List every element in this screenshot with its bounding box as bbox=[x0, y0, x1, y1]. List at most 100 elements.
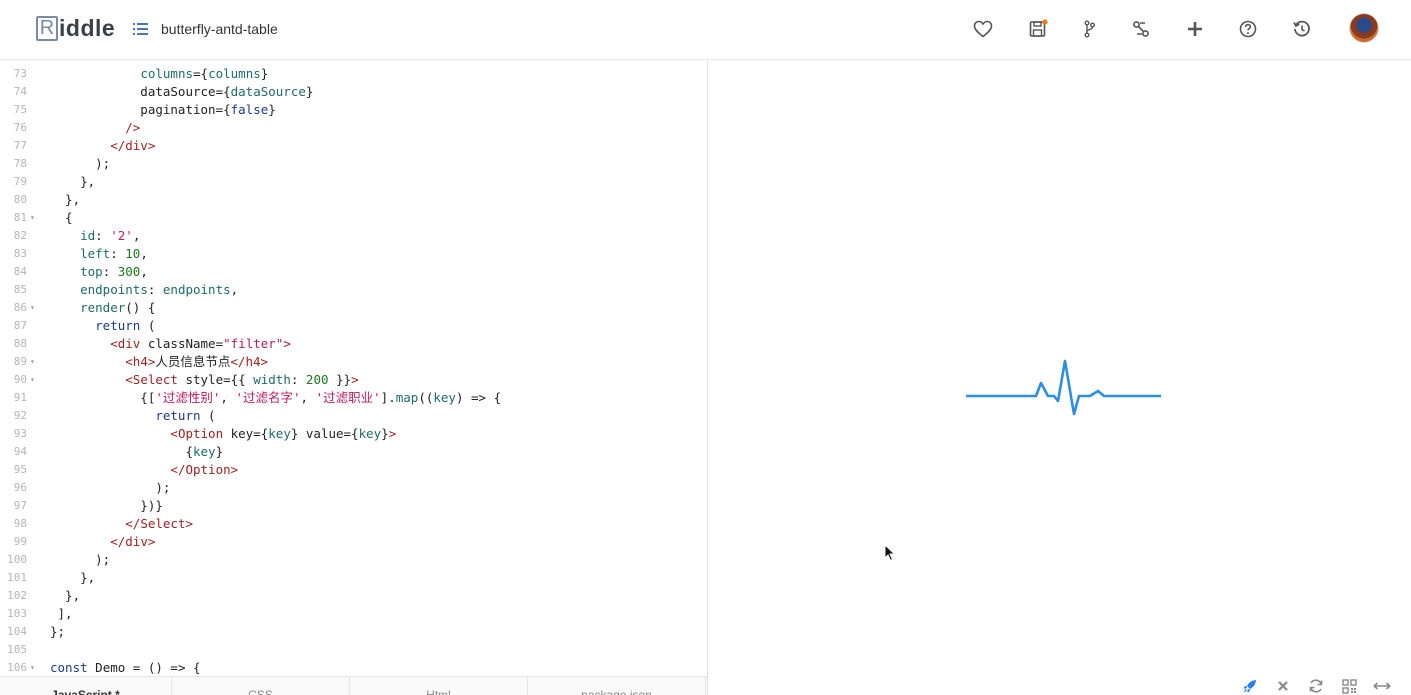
code-line[interactable]: 90▾ <Select style={{ width: 200 }}> bbox=[0, 371, 707, 389]
code-text: </Option> bbox=[50, 461, 238, 479]
code-line[interactable]: 74 dataSource={dataSource} bbox=[0, 83, 707, 101]
share-link-icon[interactable] bbox=[1126, 14, 1156, 44]
qrcode-icon[interactable] bbox=[1339, 678, 1359, 694]
code-text: }, bbox=[50, 173, 95, 191]
refresh-icon[interactable] bbox=[1306, 678, 1326, 694]
fold-arrow-icon[interactable]: ▾ bbox=[30, 371, 35, 389]
preview-pane bbox=[708, 61, 1411, 676]
save-icon[interactable] bbox=[1023, 14, 1053, 44]
code-line[interactable]: 78 ); bbox=[0, 155, 707, 173]
logo[interactable]: R iddle bbox=[36, 14, 115, 42]
line-number: 81 bbox=[0, 209, 27, 227]
list-icon[interactable] bbox=[133, 22, 149, 36]
code-line[interactable]: 97 })} bbox=[0, 497, 707, 515]
fork-icon[interactable] bbox=[1074, 14, 1104, 44]
code-line[interactable]: 77 </div> bbox=[0, 137, 707, 155]
code-line[interactable]: 86▾ render() { bbox=[0, 299, 707, 317]
line-number: 94 bbox=[0, 443, 27, 461]
line-number: 93 bbox=[0, 425, 27, 443]
code-line[interactable]: 82 id: '2', bbox=[0, 227, 707, 245]
code-line[interactable]: 83 left: 10, bbox=[0, 245, 707, 263]
code-text: /> bbox=[50, 119, 140, 137]
tab-css[interactable]: CSS bbox=[172, 677, 350, 695]
line-number: 105 bbox=[0, 641, 27, 659]
code-line[interactable]: 99 </div> bbox=[0, 533, 707, 551]
code-line[interactable]: 96 ); bbox=[0, 479, 707, 497]
expand-icon[interactable] bbox=[1372, 678, 1392, 694]
line-number: 102 bbox=[0, 587, 27, 605]
code-text: <h4>人员信息节点</h4> bbox=[50, 353, 268, 371]
run-rocket-icon[interactable] bbox=[1240, 678, 1260, 694]
tab-javascript[interactable]: JavaScript * bbox=[0, 677, 172, 695]
tab-package-json[interactable]: package.json bbox=[528, 677, 706, 695]
code-line[interactable]: 106▾const Demo = () => { bbox=[0, 659, 707, 676]
code-editor[interactable]: 73 columns={columns}74 dataSource={dataS… bbox=[0, 61, 707, 676]
code-text: }, bbox=[50, 587, 80, 605]
fold-arrow-icon[interactable]: ▾ bbox=[30, 299, 35, 317]
code-text: })} bbox=[50, 497, 163, 515]
code-text: left: 10, bbox=[50, 245, 148, 263]
line-number: 85 bbox=[0, 281, 27, 299]
code-text: </div> bbox=[50, 137, 155, 155]
code-line[interactable]: 89▾ <h4>人员信息节点</h4> bbox=[0, 353, 707, 371]
code-line[interactable]: 87 return ( bbox=[0, 317, 707, 335]
code-line[interactable]: 101 }, bbox=[0, 569, 707, 587]
code-line[interactable]: 105 bbox=[0, 641, 707, 659]
preview-toolbar bbox=[1240, 678, 1392, 694]
line-number: 89 bbox=[0, 353, 27, 371]
code-line[interactable]: 79 }, bbox=[0, 173, 707, 191]
code-line[interactable]: 85 endpoints: endpoints, bbox=[0, 281, 707, 299]
help-icon[interactable] bbox=[1233, 14, 1263, 44]
code-text: }; bbox=[50, 623, 65, 641]
code-text: {key} bbox=[50, 443, 223, 461]
code-text: dataSource={dataSource} bbox=[50, 83, 313, 101]
code-text: pagination={false} bbox=[50, 101, 276, 119]
close-icon[interactable] bbox=[1273, 678, 1293, 694]
line-number: 91 bbox=[0, 389, 27, 407]
line-number: 78 bbox=[0, 155, 27, 173]
code-line[interactable]: 98 </Select> bbox=[0, 515, 707, 533]
document-title-area[interactable]: butterfly-antd-table bbox=[133, 18, 278, 40]
code-line[interactable]: 75 pagination={false} bbox=[0, 101, 707, 119]
code-line[interactable]: 81▾ { bbox=[0, 209, 707, 227]
line-number: 79 bbox=[0, 173, 27, 191]
code-line[interactable]: 84 top: 300, bbox=[0, 263, 707, 281]
user-avatar[interactable] bbox=[1349, 13, 1379, 43]
code-line[interactable]: 76 /> bbox=[0, 119, 707, 137]
code-line[interactable]: 91 {['过滤性别', '过滤名字', '过滤职业'].map((key) =… bbox=[0, 389, 707, 407]
code-text: columns={columns} bbox=[50, 65, 268, 83]
plus-icon[interactable] bbox=[1180, 14, 1210, 44]
code-text: const Demo = () => { bbox=[50, 659, 201, 676]
code-line[interactable]: 94 {key} bbox=[0, 443, 707, 461]
tab-html[interactable]: Html bbox=[350, 677, 528, 695]
fold-arrow-icon[interactable]: ▾ bbox=[30, 659, 35, 676]
code-line[interactable]: 73 columns={columns} bbox=[0, 65, 707, 83]
line-number: 87 bbox=[0, 317, 27, 335]
line-number: 82 bbox=[0, 227, 27, 245]
code-line[interactable]: 80 }, bbox=[0, 191, 707, 209]
fold-arrow-icon[interactable]: ▾ bbox=[30, 353, 35, 371]
line-number: 73 bbox=[0, 65, 27, 83]
code-line[interactable]: 92 return ( bbox=[0, 407, 707, 425]
code-line[interactable]: 95 </Option> bbox=[0, 461, 707, 479]
code-line[interactable]: 104}; bbox=[0, 623, 707, 641]
line-number: 92 bbox=[0, 407, 27, 425]
line-number: 86 bbox=[0, 299, 27, 317]
fold-arrow-icon[interactable]: ▾ bbox=[30, 209, 35, 227]
code-text: ); bbox=[50, 479, 170, 497]
code-text: { bbox=[50, 209, 73, 227]
code-line[interactable]: 100 ); bbox=[0, 551, 707, 569]
code-line[interactable]: 103 ], bbox=[0, 605, 707, 623]
code-text: </div> bbox=[50, 533, 155, 551]
code-text: ); bbox=[50, 551, 110, 569]
code-line[interactable]: 93 <Option key={key} value={key}> bbox=[0, 425, 707, 443]
line-number: 99 bbox=[0, 533, 27, 551]
code-line[interactable]: 88 <div className="filter"> bbox=[0, 335, 707, 353]
code-line[interactable]: 102 }, bbox=[0, 587, 707, 605]
code-text: </Select> bbox=[50, 515, 193, 533]
line-number: 88 bbox=[0, 335, 27, 353]
line-number: 96 bbox=[0, 479, 27, 497]
heart-icon[interactable] bbox=[968, 14, 998, 44]
code-text: endpoints: endpoints, bbox=[50, 281, 238, 299]
history-icon[interactable] bbox=[1287, 14, 1317, 44]
